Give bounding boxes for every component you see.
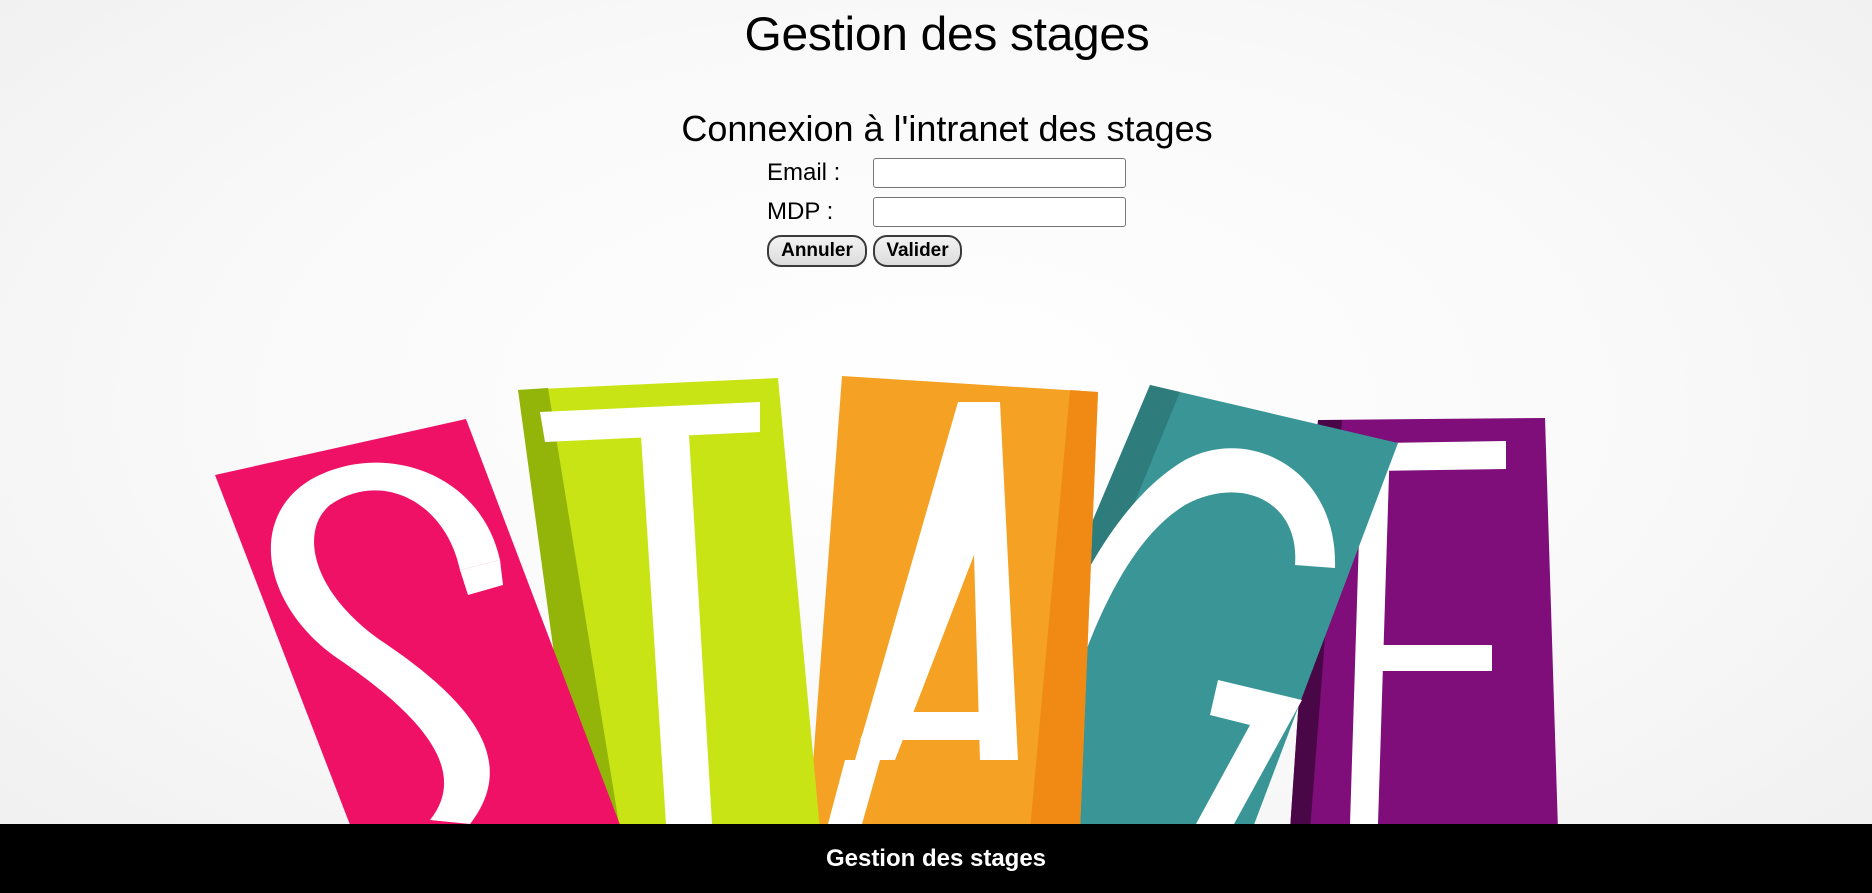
login-heading: Connexion à l'intranet des stages (681, 108, 1213, 149)
submit-button[interactable]: Valider (873, 235, 962, 267)
email-label: Email : (767, 159, 841, 186)
page-title: Gestion des stages (744, 7, 1150, 60)
password-label: MDP : (767, 198, 834, 225)
email-field[interactable] (873, 158, 1126, 188)
letter-a-panel (808, 376, 1098, 824)
stage-logo-illustration (215, 376, 1558, 824)
cancel-button[interactable]: Annuler (767, 235, 867, 267)
footer: Gestion des stages (0, 824, 1872, 893)
password-field[interactable] (873, 197, 1126, 227)
